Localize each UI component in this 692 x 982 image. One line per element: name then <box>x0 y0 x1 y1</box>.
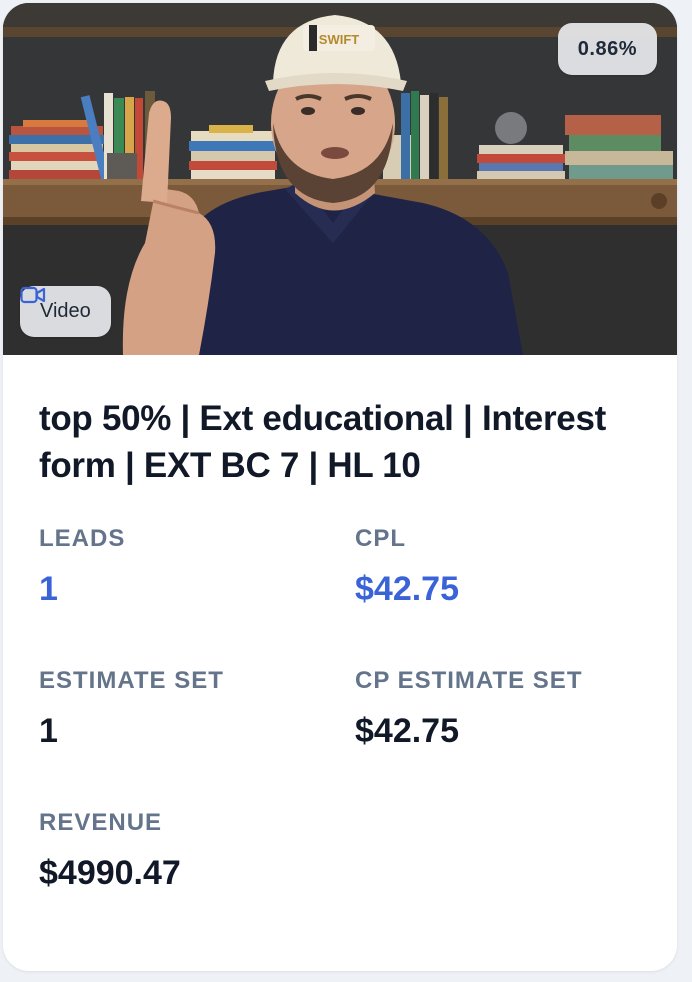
stat-cp-estimate-set: CP ESTIMATE SET $42.75 <box>355 665 645 751</box>
percent-badge-text: 0.86% <box>577 37 637 60</box>
ad-title: top 50% | Ext educational | Interest for… <box>39 399 606 485</box>
percent-badge: 0.86% <box>557 23 657 75</box>
video-thumbnail[interactable]: SWIFT 0.86% Video <box>3 3 677 355</box>
video-camera-icon <box>20 286 46 304</box>
stat-value: 1 <box>39 570 58 608</box>
stats-grid: LEADS 1 CPL $42.75 ESTIMATE SET 1 CP EST… <box>39 523 641 893</box>
stat-label: CPL <box>355 525 406 552</box>
svg-text:SWIFT: SWIFT <box>319 32 359 47</box>
stat-value: $42.75 <box>355 712 459 750</box>
stat-revenue: REVENUE $4990.47 <box>39 807 355 893</box>
stat-label: CP ESTIMATE SET <box>355 667 583 694</box>
stat-cpl: CPL $42.75 <box>355 523 645 609</box>
stat-label: ESTIMATE SET <box>39 667 224 694</box>
media-type-badge: Video <box>20 286 111 337</box>
stat-value: $4990.47 <box>39 854 181 892</box>
ad-card[interactable]: SWIFT 0.86% Video top 50% | Ext educatio… <box>3 3 677 971</box>
stat-label: LEADS <box>39 525 126 552</box>
stat-value: $42.75 <box>355 570 459 608</box>
stat-leads: LEADS 1 <box>39 523 355 609</box>
stat-estimate-set: ESTIMATE SET 1 <box>39 665 355 751</box>
card-body: top 50% | Ext educational | Interest for… <box>3 395 677 893</box>
media-type-label: Video <box>40 300 91 322</box>
stat-label: REVENUE <box>39 809 163 836</box>
stat-value: 1 <box>39 712 58 750</box>
